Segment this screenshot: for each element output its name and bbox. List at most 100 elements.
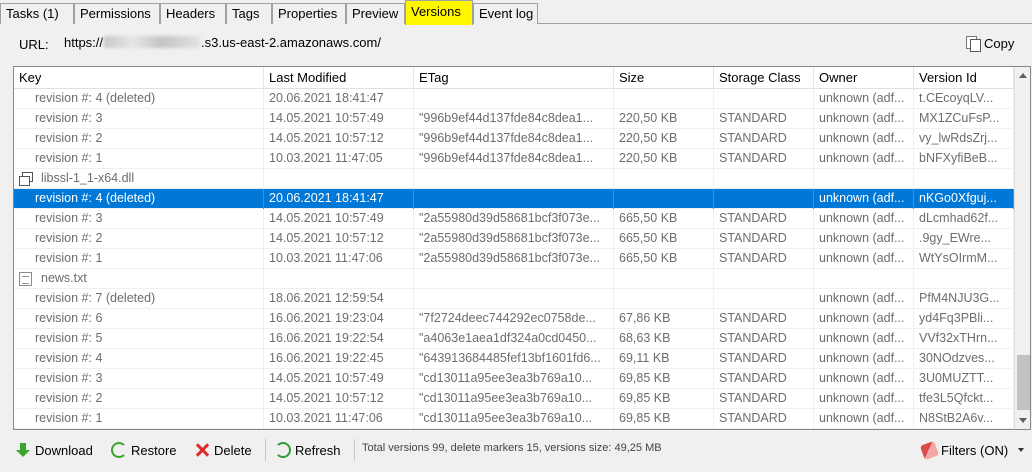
- cell-modified: 14.05.2021 10:57:12: [264, 129, 414, 149]
- tab-properties[interactable]: Properties: [272, 3, 346, 24]
- cell-etag: "2a55980d39d58681bcf3f073e...: [414, 249, 614, 269]
- version-row[interactable]: revision #: 3 14.05.2021 10:57:49 "2a55980…: [14, 209, 1014, 229]
- version-row[interactable]: revision #: 2 14.05.2021 10:57:12 "cd13011…: [14, 389, 1014, 409]
- cell-version: MX1ZCuFsP...: [914, 109, 1014, 129]
- column-header-etag[interactable]: ETag: [414, 67, 614, 89]
- cell-owner: unknown (adf...: [814, 309, 914, 329]
- column-header-key[interactable]: Key: [14, 67, 264, 89]
- filter-icon: [919, 440, 940, 460]
- cell-size: [614, 269, 714, 289]
- version-row[interactable]: revision #: 4 16.06.2021 19:22:45 "6439136…: [14, 349, 1014, 369]
- version-row[interactable]: revision #: 6 16.06.2021 19:23:04 "7f2724d…: [14, 309, 1014, 329]
- filters-label: Filters (ON): [941, 442, 1009, 458]
- cell-class: STANDARD: [714, 209, 814, 229]
- cell-owner: unknown (adf...: [814, 409, 914, 429]
- column-header-version-id[interactable]: Version Id: [914, 67, 1014, 89]
- scroll-up-icon[interactable]: [1019, 73, 1027, 78]
- cell-class: STANDARD: [714, 389, 814, 409]
- version-row[interactable]: revision #: 3 14.05.2021 10:57:49 "996b9ef…: [14, 109, 1014, 129]
- versions-status: Total versions 99, delete markers 15, ve…: [362, 442, 662, 454]
- cell-size: 220,50 KB: [614, 149, 714, 169]
- refresh-button[interactable]: Refresh: [275, 440, 341, 460]
- cell-owner: unknown (adf...: [814, 189, 914, 209]
- version-row[interactable]: revision #: 2 14.05.2021 10:57:12 "996b9ef…: [14, 129, 1014, 149]
- cell-version: nKGo0Xfguj...: [914, 189, 1014, 209]
- cell-etag: [414, 89, 614, 109]
- cell-modified: 16.06.2021 19:22:54: [264, 329, 414, 349]
- cell-etag: "cd13011a95ee3ea3b769a10...: [414, 369, 614, 389]
- cell-size: 67,86 KB: [614, 309, 714, 329]
- cell-owner: unknown (adf...: [814, 349, 914, 369]
- tab-preview[interactable]: Preview: [346, 3, 405, 24]
- cell-class: STANDARD: [714, 369, 814, 389]
- cell-size: [614, 289, 714, 309]
- cell-key: revision #: 4 (deleted): [14, 89, 264, 109]
- filters-dropdown[interactable]: Filters (ON): [919, 440, 1025, 460]
- version-row[interactable]: revision #: 2 14.05.2021 10:57:12 "2a55980…: [14, 229, 1014, 249]
- cell-version: 30NOdzves...: [914, 349, 1014, 369]
- copy-icon: [966, 35, 981, 52]
- version-row[interactable]: revision #: 1 10.03.2021 11:47:06 "2a55980…: [14, 249, 1014, 269]
- version-row[interactable]: revision #: 1 10.03.2021 11:47:05 "996b9ef…: [14, 149, 1014, 169]
- cell-key: revision #: 2: [14, 229, 264, 249]
- redacted-bucket-name: [104, 36, 201, 48]
- version-row[interactable]: revision #: 5 16.06.2021 19:22:54 "a4063e1…: [14, 329, 1014, 349]
- scroll-thumb[interactable]: [1017, 355, 1030, 410]
- tab-tasks-1[interactable]: Tasks (1): [0, 3, 74, 24]
- tab-headers[interactable]: Headers: [160, 3, 226, 24]
- cell-etag: "996b9ef44d137fde84c8dea1...: [414, 109, 614, 129]
- cell-owner: unknown (adf...: [814, 89, 914, 109]
- column-header-size[interactable]: Size: [614, 67, 714, 89]
- file-row[interactable]: news.txt: [14, 269, 1014, 289]
- download-button[interactable]: Download: [15, 440, 93, 460]
- version-row[interactable]: revision #: 4 (deleted) 20.06.2021 18:41:…: [14, 89, 1014, 109]
- cell-etag: "2a55980d39d58681bcf3f073e...: [414, 209, 614, 229]
- url-suffix: .s3.us-east-2.amazonaws.com/: [201, 35, 381, 50]
- restore-button[interactable]: Restore: [111, 440, 177, 460]
- url-field[interactable]: https:// .s3.us-east-2.amazonaws.com/: [56, 31, 956, 55]
- grid-rows: revision #: 4 (deleted) 20.06.2021 18:41:…: [14, 89, 1014, 429]
- column-header-owner[interactable]: Owner: [814, 67, 914, 89]
- scroll-down-icon[interactable]: [1019, 418, 1027, 423]
- tab-permissions[interactable]: Permissions: [74, 3, 160, 24]
- cell-modified: 14.05.2021 10:57:49: [264, 209, 414, 229]
- grid-header: Key Last Modified ETag Size Storage Class Own…: [14, 67, 1014, 89]
- cell-class: STANDARD: [714, 149, 814, 169]
- cell-size: 69,85 KB: [614, 409, 714, 429]
- cell-version: vy_lwRdsZrj...: [914, 129, 1014, 149]
- cell-version: tfe3L5Qfckt...: [914, 389, 1014, 409]
- column-header-last-modified[interactable]: Last Modified: [264, 67, 414, 89]
- column-header-storage-class[interactable]: Storage Class: [714, 67, 814, 89]
- versions-grid[interactable]: Key Last Modified ETag Size Storage Class Own…: [13, 66, 1031, 430]
- version-row[interactable]: revision #: 7 (deleted) 18.06.2021 12:59:…: [14, 289, 1014, 309]
- cell-modified: 20.06.2021 18:41:47: [264, 89, 414, 109]
- cell-size: 69,11 KB: [614, 349, 714, 369]
- cell-version: 3U0MUZTT...: [914, 369, 1014, 389]
- vertical-scrollbar[interactable]: [1014, 67, 1030, 429]
- cell-size: 220,50 KB: [614, 129, 714, 149]
- cell-owner: unknown (adf...: [814, 249, 914, 269]
- cell-class: STANDARD: [714, 349, 814, 369]
- cell-class: STANDARD: [714, 409, 814, 429]
- tab-tags[interactable]: Tags: [226, 3, 272, 24]
- cell-key: revision #: 1: [14, 409, 264, 429]
- version-row[interactable]: revision #: 4 (deleted) 20.06.2021 18:41:…: [14, 189, 1014, 209]
- copy-button[interactable]: Copy: [966, 33, 1014, 53]
- cell-key: revision #: 2: [14, 129, 264, 149]
- delete-button[interactable]: Delete: [194, 440, 252, 460]
- cell-version: VVf32xTHrn...: [914, 329, 1014, 349]
- cell-etag: "cd13011a95ee3ea3b769a10...: [414, 389, 614, 409]
- cell-etag: "2a55980d39d58681bcf3f073e...: [414, 229, 614, 249]
- version-row[interactable]: revision #: 1 10.03.2021 11:47:06 "cd13011…: [14, 409, 1014, 429]
- bottom-toolbar: Download Restore Delete Refresh Total ve…: [0, 432, 1032, 472]
- cell-etag: [414, 169, 614, 189]
- tab-versions[interactable]: Versions: [405, 0, 473, 25]
- cell-size: 665,50 KB: [614, 249, 714, 269]
- cell-class: STANDARD: [714, 249, 814, 269]
- file-row[interactable]: libssl-1_1-x64.dll: [14, 169, 1014, 189]
- cell-class: STANDARD: [714, 129, 814, 149]
- tab-event-log[interactable]: Event log: [473, 3, 538, 24]
- version-row[interactable]: revision #: 3 14.05.2021 10:57:49 "cd13011…: [14, 369, 1014, 389]
- cell-version: WtYsOIrmM...: [914, 249, 1014, 269]
- cell-etag: [414, 189, 614, 209]
